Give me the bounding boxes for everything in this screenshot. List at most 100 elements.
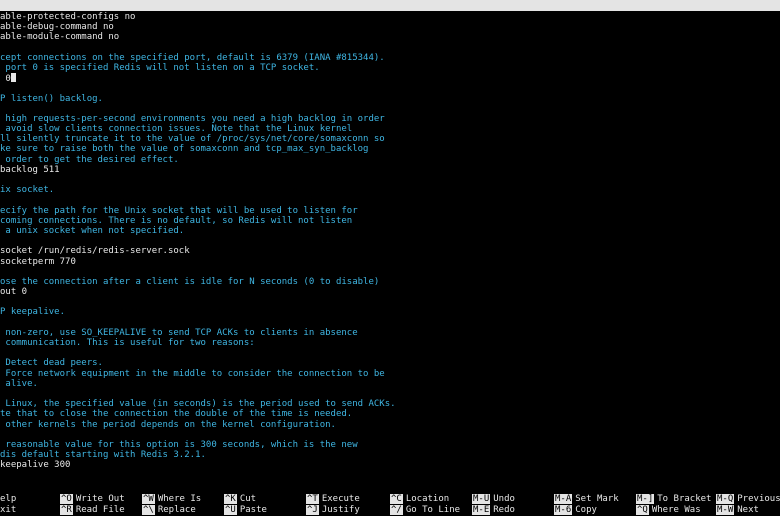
- line-text: ose the connection after a client is idl…: [0, 276, 380, 287]
- line-text: P keepalive.: [0, 307, 66, 318]
- shortcut-item[interactable]: ^K Cut: [224, 494, 256, 505]
- line-text: reasonable value for this option is 300 …: [0, 439, 358, 450]
- shortcut-item[interactable]: ^O Write Out: [60, 494, 125, 505]
- editor-line[interactable]: a unix socket when not specified.: [0, 226, 780, 236]
- editor-line[interactable]: 0: [0, 73, 780, 84]
- line-text: socketperm 770: [0, 256, 76, 267]
- shortcut-key: ^J: [306, 505, 319, 515]
- editor-line[interactable]: reasonable value for this option is 300 …: [0, 440, 780, 450]
- editor-line[interactable]: ke sure to raise both the value of somax…: [0, 144, 780, 154]
- editor-line[interactable]: [0, 389, 780, 399]
- editor-line[interactable]: [0, 83, 780, 93]
- editor-line[interactable]: out 0: [0, 287, 780, 297]
- shortcut-key: ^C: [390, 494, 403, 504]
- shortcut-item[interactable]: xit: [0, 505, 16, 516]
- line-text: ecify the path for the Unix socket that …: [0, 205, 358, 216]
- editor-line[interactable]: other kernels the period depends on the …: [0, 420, 780, 430]
- editor-line[interactable]: non-zero, use SO_KEEPALIVE to send TCP A…: [0, 328, 780, 338]
- shortcut-key: M-6: [554, 505, 573, 515]
- shortcut-item[interactable]: M-U Undo: [472, 494, 515, 505]
- editor-line[interactable]: [0, 195, 780, 205]
- shortcut-item[interactable]: M-Q Previous: [716, 494, 780, 505]
- editor-line[interactable]: ecify the path for the Unix socket that …: [0, 206, 780, 216]
- editor-line[interactable]: able-debug-command no: [0, 22, 780, 32]
- line-text: able-protected-configs no: [0, 12, 136, 22]
- shortcut-item[interactable]: ^T Execute: [306, 494, 360, 505]
- editor-line[interactable]: dis default starting with Redis 3.2.1.: [0, 450, 780, 460]
- editor-line[interactable]: Detect dead peers.: [0, 358, 780, 368]
- editor-line[interactable]: ose the connection after a client is idl…: [0, 277, 780, 287]
- shortcut-key: M-E: [472, 505, 491, 515]
- line-text: non-zero, use SO_KEEPALIVE to send TCP A…: [0, 327, 358, 338]
- shortcut-item[interactable]: ^J Justify: [306, 505, 360, 516]
- shortcut-label: Undo: [493, 494, 515, 504]
- shortcut-label: Where Was: [651, 505, 701, 515]
- line-text: Linux, the specified value (in seconds) …: [0, 399, 396, 410]
- editor-line[interactable]: [0, 175, 780, 185]
- shortcut-label: Cut: [239, 494, 257, 504]
- line-text: coming connections. There is no default,…: [0, 215, 353, 226]
- editor-line[interactable]: [0, 104, 780, 114]
- editor-line[interactable]: P keepalive.: [0, 307, 780, 317]
- editor-line[interactable]: communication. This is useful for two re…: [0, 338, 780, 348]
- editor-line[interactable]: backlog 511: [0, 165, 780, 175]
- editor-line[interactable]: keepalive 300: [0, 460, 780, 470]
- shortcut-item[interactable]: M-E Redo: [472, 505, 515, 516]
- shortcut-key: M-]: [636, 494, 655, 504]
- line-text: backlog 511: [0, 164, 60, 175]
- editor-line[interactable]: Linux, the specified value (in seconds) …: [0, 399, 780, 409]
- editor-text-area[interactable]: able-protected-configs no able-debug-comm…: [0, 12, 780, 490]
- shortcut-item[interactable]: ^C Location: [390, 494, 449, 505]
- editor-line[interactable]: [0, 297, 780, 307]
- shortcut-item[interactable]: ^/Go To Line: [390, 505, 460, 516]
- shortcut-item[interactable]: M-W Next: [716, 505, 759, 516]
- editor-line[interactable]: te that to close the connection the doub…: [0, 409, 780, 419]
- editor-line[interactable]: able-module-command no: [0, 32, 780, 42]
- editor-line[interactable]: Force network equipment in the middle to…: [0, 369, 780, 379]
- text-cursor: [10, 73, 16, 83]
- editor-line[interactable]: [0, 348, 780, 358]
- editor-line[interactable]: avoid slow clients connection issues. No…: [0, 124, 780, 134]
- editor-line[interactable]: ix socket.: [0, 185, 780, 195]
- line-text: keepalive 300: [0, 460, 71, 471]
- editor-line[interactable]: [0, 318, 780, 328]
- line-text: a unix socket when not specified.: [0, 225, 185, 236]
- line-text: dis default starting with Redis 3.2.1.: [0, 450, 206, 461]
- line-text: able-debug-command no: [0, 22, 114, 33]
- shortcut-item[interactable]: ^Q Where Was: [636, 505, 701, 516]
- shortcut-item[interactable]: ^W Where Is: [142, 494, 201, 505]
- shortcut-bar: elp ^O Write Out ^W Where Is ^K Cut ^T Execute ^C…: [0, 494, 780, 516]
- shortcut-item[interactable]: elp: [0, 494, 16, 505]
- line-text: ll silently truncate it to the value of …: [0, 134, 385, 145]
- editor-line[interactable]: able-protected-configs no: [0, 12, 780, 22]
- editor-line[interactable]: high requests-per-second environments yo…: [0, 114, 780, 124]
- shortcut-item[interactable]: M-] To Bracket: [636, 494, 711, 505]
- editor-line[interactable]: alive.: [0, 379, 780, 389]
- shortcut-label: Location: [405, 494, 450, 504]
- editor-line[interactable]: socketperm 770: [0, 257, 780, 267]
- shortcut-label: Redo: [493, 505, 515, 515]
- line-text: able-module-command no: [0, 32, 120, 43]
- shortcut-key: ^O: [60, 494, 73, 504]
- editor-line[interactable]: [0, 430, 780, 440]
- editor-line[interactable]: [0, 236, 780, 246]
- editor-line[interactable]: port 0 is specified Redis will not liste…: [0, 63, 780, 73]
- shortcut-item[interactable]: M-A Set Mark: [554, 494, 619, 505]
- shortcut-key: ^W: [142, 494, 155, 504]
- editor-line[interactable]: socket /run/redis/redis-server.sock: [0, 246, 780, 256]
- editor-line[interactable]: ll silently truncate it to the value of …: [0, 134, 780, 144]
- shortcut-key: ^T: [306, 494, 319, 504]
- shortcut-item[interactable]: ^\ Replace: [142, 505, 196, 516]
- shortcut-item[interactable]: M-6 Copy: [554, 505, 597, 516]
- shortcut-label: elp: [0, 494, 17, 504]
- editor-line[interactable]: order to get the desired effect.: [0, 155, 780, 165]
- editor-line[interactable]: cept connections on the specified port, …: [0, 53, 780, 63]
- line-text: cept connections on the specified port, …: [0, 52, 385, 63]
- editor-line[interactable]: P listen() backlog.: [0, 94, 780, 104]
- shortcut-item[interactable]: ^U Paste: [224, 505, 267, 516]
- editor-line[interactable]: coming connections. There is no default,…: [0, 216, 780, 226]
- editor-line[interactable]: [0, 43, 780, 53]
- shortcut-key: ^K: [224, 494, 237, 504]
- editor-line[interactable]: [0, 267, 780, 277]
- shortcut-item[interactable]: ^R Read File: [60, 505, 125, 516]
